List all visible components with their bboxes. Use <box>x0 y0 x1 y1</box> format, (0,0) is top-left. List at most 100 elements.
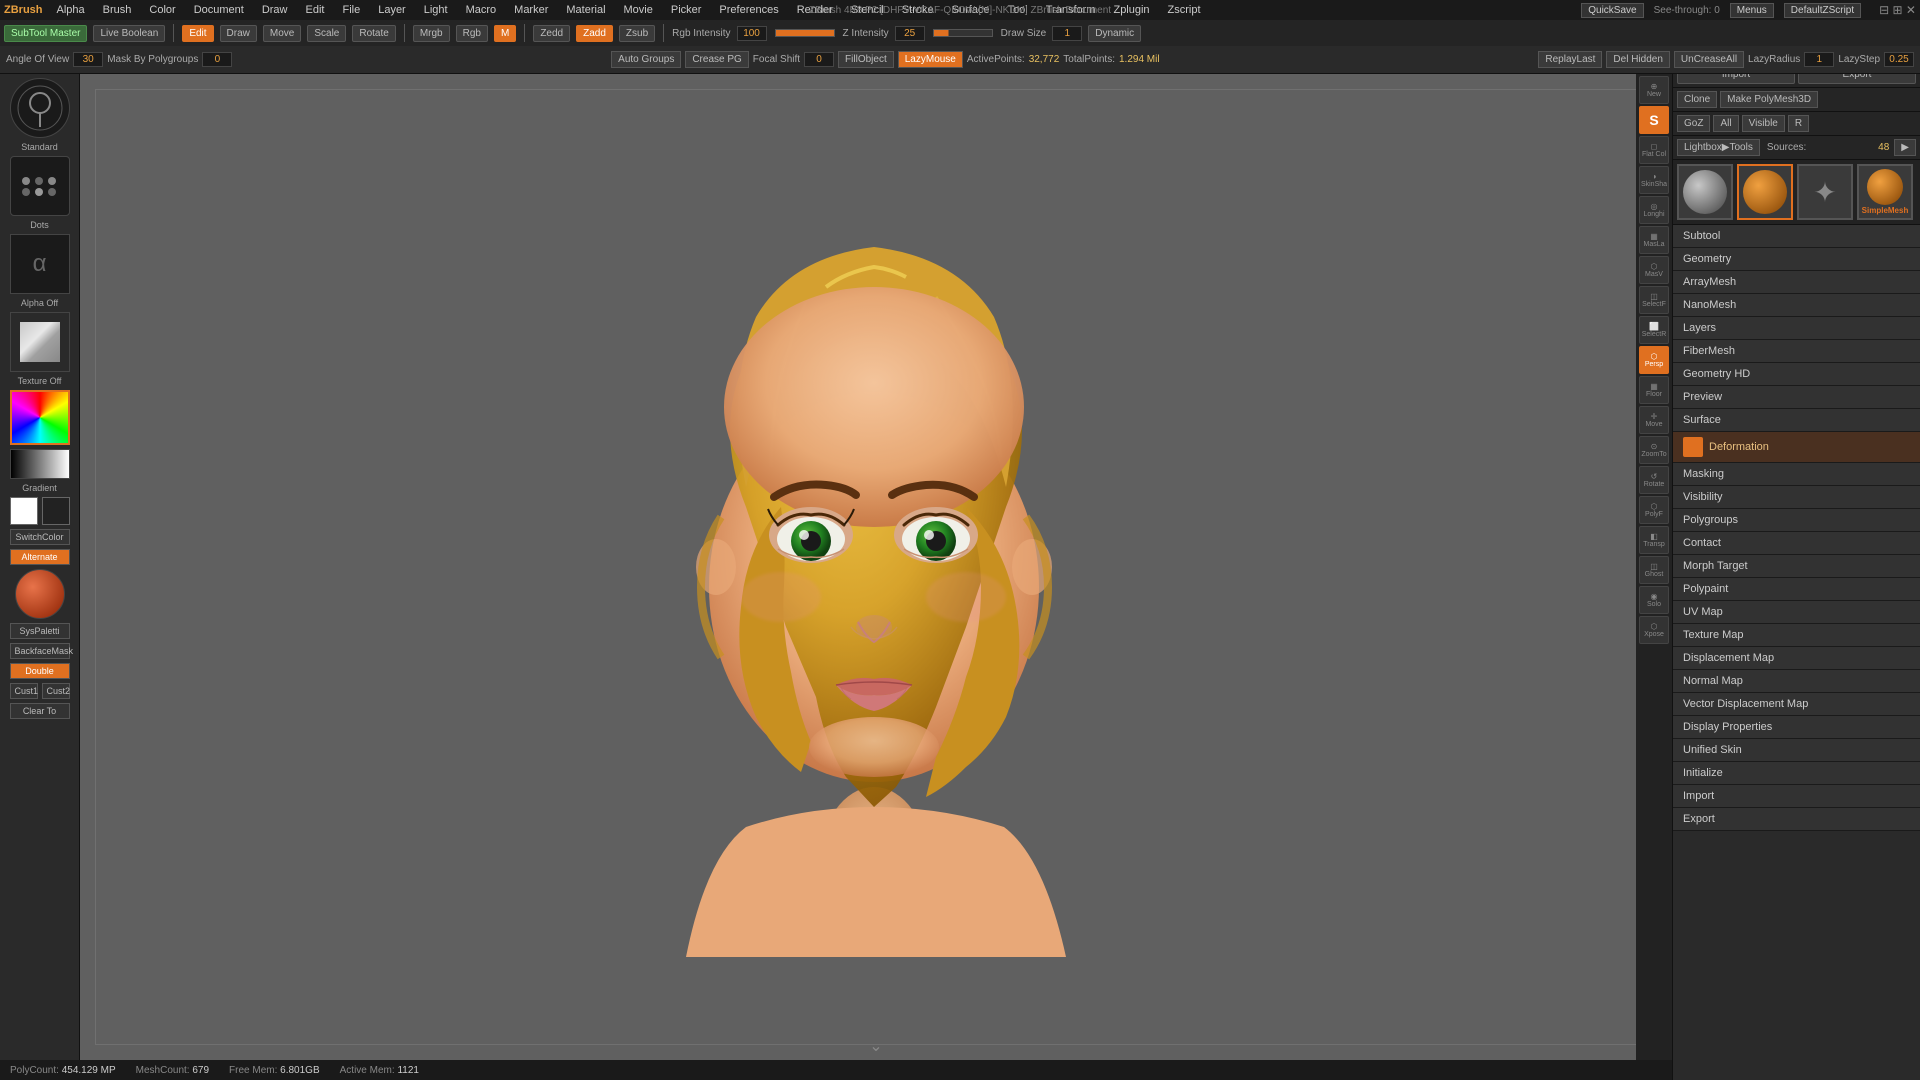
quicksave-btn[interactable]: QuickSave <box>1581 3 1643 18</box>
section-morph-target[interactable]: Morph Target <box>1673 555 1920 578</box>
del-hidden-btn[interactable]: Del Hidden <box>1606 51 1669 68</box>
alternate-btn[interactable]: Alternate <box>10 549 70 565</box>
live-boolean-btn[interactable]: Live Boolean <box>93 25 165 42</box>
zsub-btn[interactable]: Zsub <box>619 25 655 42</box>
visible-btn[interactable]: Visible <box>1742 115 1785 132</box>
ris-selectr[interactable]: ⬜SelectR <box>1639 316 1669 344</box>
section-vector-displacement[interactable]: Vector Displacement Map <box>1673 693 1920 716</box>
sources-edit-btn[interactable]: ▶ <box>1894 139 1916 156</box>
double-btn[interactable]: Double <box>10 663 70 679</box>
section-unified-skin[interactable]: Unified Skin <box>1673 739 1920 762</box>
thumb-simplemesh[interactable] <box>1737 164 1793 220</box>
ris-longhi[interactable]: ◎Longhi <box>1639 196 1669 224</box>
section-layers[interactable]: Layers <box>1673 317 1920 340</box>
section-subtool[interactable]: Subtool <box>1673 225 1920 248</box>
section-deformation[interactable]: Deformation <box>1673 432 1920 463</box>
ris-solo[interactable]: ◉Solo <box>1639 586 1669 614</box>
section-import[interactable]: Import <box>1673 785 1920 808</box>
menu-edit[interactable]: Edit <box>302 4 329 16</box>
menu-layer[interactable]: Layer <box>374 4 410 16</box>
menu-transform[interactable]: Transform <box>1042 4 1100 16</box>
section-contact[interactable]: Contact <box>1673 532 1920 555</box>
clear-to-btn[interactable]: Clear To <box>10 703 70 719</box>
section-geometry[interactable]: Geometry <box>1673 248 1920 271</box>
draw-btn[interactable]: Draw <box>220 25 257 42</box>
section-display-properties[interactable]: Display Properties <box>1673 716 1920 739</box>
menu-color[interactable]: Color <box>145 4 179 16</box>
make-polymesh-btn[interactable]: Make PolyMesh3D <box>1720 91 1818 108</box>
menu-material[interactable]: Material <box>562 4 609 16</box>
menu-macro[interactable]: Macro <box>462 4 501 16</box>
section-uv-map[interactable]: UV Map <box>1673 601 1920 624</box>
zadd-btn[interactable]: Zadd <box>576 25 613 42</box>
lightbox-btn[interactable]: Lightbox▶Tools <box>1677 139 1760 156</box>
menu-zscript[interactable]: Zscript <box>1164 4 1205 16</box>
texture-preview[interactable] <box>10 312 70 372</box>
ris-xpose[interactable]: ⬡Xpose <box>1639 616 1669 644</box>
color-swatch[interactable] <box>10 390 70 445</box>
rgb-intensity-slider[interactable] <box>775 29 835 37</box>
menu-preferences[interactable]: Preferences <box>715 4 782 16</box>
backface-mask-btn[interactable]: BackfaceMask <box>10 643 70 659</box>
ris-masla[interactable]: ▦MasLa <box>1639 226 1669 254</box>
alpha-preview[interactable]: α <box>10 234 70 294</box>
menu-draw[interactable]: Draw <box>258 4 292 16</box>
gradient-box[interactable] <box>10 449 70 479</box>
section-polygroups[interactable]: Polygroups <box>1673 509 1920 532</box>
ris-skinsha[interactable]: ◑SkinSha <box>1639 166 1669 194</box>
goz-btn[interactable]: GoZ <box>1677 115 1710 132</box>
canvas-area[interactable]: ⌄ <box>80 74 1672 1060</box>
ris-ghost[interactable]: ◫Ghost <box>1639 556 1669 584</box>
menu-movie[interactable]: Movie <box>620 4 657 16</box>
menus-btn[interactable]: Menus <box>1730 3 1774 18</box>
section-fiber-mesh[interactable]: FiberMesh <box>1673 340 1920 363</box>
section-nano-mesh[interactable]: NanoMesh <box>1673 294 1920 317</box>
ris-masv[interactable]: ⬡MasV <box>1639 256 1669 284</box>
menu-alpha[interactable]: Alpha <box>53 4 89 16</box>
ris-floor[interactable]: ▦Floor <box>1639 376 1669 404</box>
crease-pg-btn[interactable]: Crease PG <box>685 51 748 68</box>
mrgb-btn[interactable]: Mrgb <box>413 25 450 42</box>
section-normal-map[interactable]: Normal Map <box>1673 670 1920 693</box>
ris-flatcol[interactable]: ◻Flat Col <box>1639 136 1669 164</box>
clone-btn[interactable]: Clone <box>1677 91 1717 108</box>
brush-preview[interactable] <box>10 78 70 138</box>
scale-btn[interactable]: Scale <box>307 25 346 42</box>
cust2-btn[interactable]: Cust2 <box>42 683 70 699</box>
ris-move[interactable]: ✛Move <box>1639 406 1669 434</box>
white-swatch[interactable] <box>10 497 38 525</box>
dynamic-btn[interactable]: Dynamic <box>1088 25 1141 42</box>
section-masking[interactable]: Masking <box>1673 463 1920 486</box>
thumb-star[interactable]: ✦ <box>1797 164 1853 220</box>
section-polypaint[interactable]: Polypaint <box>1673 578 1920 601</box>
section-visibility[interactable]: Visibility <box>1673 486 1920 509</box>
lazy-mouse-btn[interactable]: LazyMouse <box>898 51 963 68</box>
ris-rotate[interactable]: ↺Rotate <box>1639 466 1669 494</box>
replay-last-btn[interactable]: ReplayLast <box>1538 51 1602 68</box>
section-array-mesh[interactable]: ArrayMesh <box>1673 271 1920 294</box>
menu-surface[interactable]: Surface <box>948 4 994 16</box>
move-btn[interactable]: Move <box>263 25 301 42</box>
menu-picker[interactable]: Picker <box>667 4 706 16</box>
sys-palette-btn[interactable]: SysPaletti <box>10 623 70 639</box>
ris-new[interactable]: ⊕New <box>1639 76 1669 104</box>
menu-marker[interactable]: Marker <box>510 4 552 16</box>
rotate-btn[interactable]: Rotate <box>352 25 395 42</box>
rgb-btn[interactable]: Rgb <box>456 25 488 42</box>
default-zscript-btn[interactable]: DefaultZScript <box>1784 3 1861 18</box>
ris-transp[interactable]: ◧Transp <box>1639 526 1669 554</box>
ris-polyf[interactable]: ⬡PolyF <box>1639 496 1669 524</box>
section-geometry-hd[interactable]: Geometry HD <box>1673 363 1920 386</box>
menu-light[interactable]: Light <box>420 4 452 16</box>
zedd-btn[interactable]: Zedd <box>533 25 570 42</box>
menu-zplugin[interactable]: Zplugin <box>1109 4 1153 16</box>
menu-stencil[interactable]: Stencil <box>847 4 888 16</box>
section-texture-map[interactable]: Texture Map <box>1673 624 1920 647</box>
cust1-btn[interactable]: Cust1 <box>10 683 38 699</box>
ris-zoomto[interactable]: ⊙ZoomTo <box>1639 436 1669 464</box>
section-preview[interactable]: Preview <box>1673 386 1920 409</box>
viewport[interactable]: ⌄ <box>80 74 1672 1060</box>
subtool-master-btn[interactable]: SubTool Master <box>4 25 87 42</box>
all-btn[interactable]: All <box>1713 115 1738 132</box>
switch-color-btn[interactable]: SwitchColor <box>10 529 70 545</box>
